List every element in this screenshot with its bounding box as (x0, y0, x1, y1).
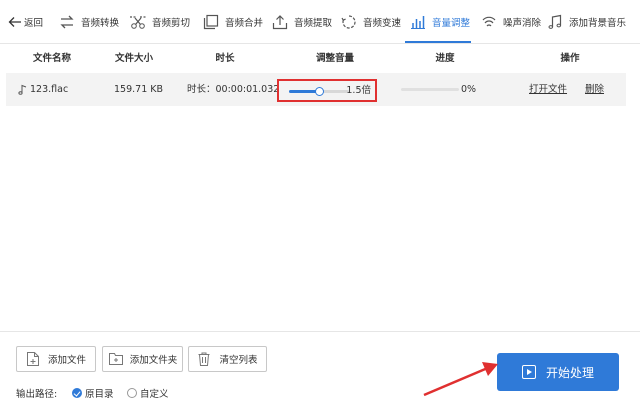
file-size: 159.71 KB (114, 84, 164, 95)
speed-icon (339, 12, 359, 32)
play-icon (521, 365, 536, 379)
progress-label: 0% (461, 84, 477, 95)
add-file-label: 添加文件 (47, 355, 86, 366)
start-processing-label: 开始处理 (545, 365, 594, 380)
tab-label: 音频合并 (225, 18, 264, 29)
tab-audio-convert[interactable]: 音频转换 (57, 9, 119, 35)
volume-bars-icon (408, 12, 428, 32)
tab-label: 噪声消除 (503, 18, 542, 29)
tab-label: 音频转换 (81, 18, 120, 29)
add-folder-label: 添加文件夹 (129, 355, 178, 366)
output-path-label: 输出路径: (16, 389, 58, 400)
tab-noise-removal[interactable]: 噪声消除 (479, 9, 541, 35)
column-header-duration: 时长 (215, 53, 235, 64)
divider (0, 331, 640, 332)
annotation-arrow (423, 362, 498, 397)
volume-highlight-box: 1.5倍 (277, 79, 377, 102)
progress-bar (401, 88, 459, 91)
volume-slider[interactable] (289, 87, 349, 96)
tab-audio-speed[interactable]: 音频变速 (339, 9, 401, 35)
trash-icon (197, 351, 211, 367)
tab-add-background-music[interactable]: 添加背景音乐 (545, 9, 626, 35)
add-file-button[interactable]: 添加文件 (16, 346, 96, 372)
clear-list-label: 清空列表 (219, 355, 258, 366)
volume-slider-handle[interactable] (315, 87, 324, 96)
tab-label: 音频剪切 (152, 18, 191, 29)
tab-audio-merge[interactable]: 音频合并 (201, 9, 263, 35)
tab-audio-extract[interactable]: 音频提取 (270, 9, 332, 35)
column-header-file-size: 文件大小 (114, 53, 153, 64)
column-header-actions: 操作 (560, 53, 580, 64)
tab-label: 音量调整 (432, 18, 471, 29)
file-name: 123.flac (30, 84, 69, 95)
add-file-icon (26, 351, 40, 367)
column-header-progress: 进度 (435, 53, 455, 64)
column-header-file-name: 文件名称 (32, 53, 71, 64)
radio-custom-directory-label: 自定义 (140, 389, 169, 400)
back-label: 返回 (24, 18, 44, 29)
tab-label: 音频提取 (294, 18, 333, 29)
toolbar: 返回 音频转换 音频剪切 音频合并 音频提取 音频变速 音量调整 噪声消除 添加… (0, 0, 640, 44)
start-processing-button[interactable]: 开始处理 (497, 353, 619, 391)
add-folder-icon (108, 351, 123, 367)
back-button[interactable]: 返回 (8, 9, 43, 35)
tab-label: 音频变速 (363, 18, 402, 29)
file-duration: 时长：00:00:01.032 (187, 84, 280, 95)
merge-icon (201, 12, 221, 32)
column-header-volume: 调整音量 (315, 53, 354, 64)
tab-volume-adjust[interactable]: 音量调整 (408, 9, 470, 35)
audio-file-icon (18, 84, 28, 95)
volume-value: 1.5倍 (346, 85, 371, 96)
music-note-icon (545, 12, 565, 32)
delete-link[interactable]: 删除 (585, 73, 604, 106)
convert-icon (57, 12, 77, 32)
radio-original-directory-label: 原目录 (85, 389, 114, 400)
tab-label: 添加背景音乐 (569, 18, 627, 29)
noise-icon (479, 12, 499, 32)
back-arrow-icon (8, 12, 22, 32)
clear-list-button[interactable]: 清空列表 (188, 346, 267, 372)
add-folder-button[interactable]: 添加文件夹 (102, 346, 183, 372)
open-file-link[interactable]: 打开文件 (529, 73, 567, 106)
radio-original-directory[interactable] (72, 388, 82, 398)
tab-audio-cut[interactable]: 音频剪切 (128, 9, 190, 35)
table-header: 文件名称 文件大小 时长 调整音量 进度 操作 (0, 45, 640, 73)
active-tab-underline (405, 41, 471, 43)
radio-custom-directory[interactable] (127, 388, 137, 398)
upload-icon (270, 12, 290, 32)
scissors-icon (128, 12, 148, 32)
